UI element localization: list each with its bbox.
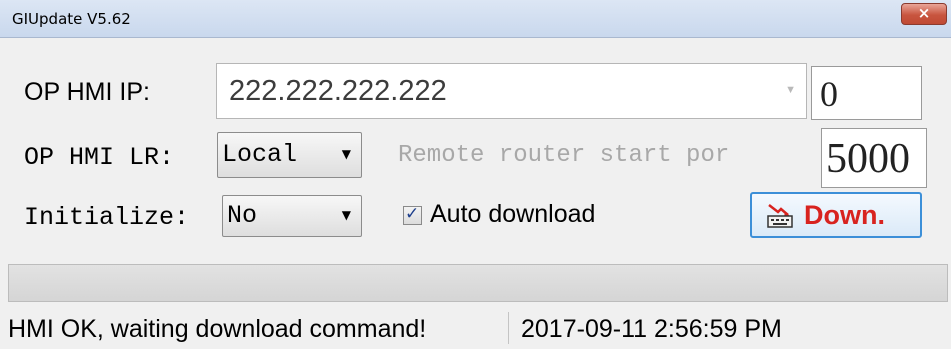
download-button[interactable]: Down. — [750, 192, 922, 238]
chevron-down-icon: ▼ — [341, 147, 351, 161]
close-button[interactable]: × — [901, 3, 947, 25]
download-icon — [767, 204, 793, 228]
download-progress-bar — [8, 264, 948, 302]
remote-router-start-port-label: Remote router start por — [398, 142, 730, 169]
op-hmi-ip-label: OP HMI IP: — [24, 78, 150, 106]
remote-port-input[interactable]: 5000 — [821, 128, 927, 188]
window-title: GIUpdate V5.62 — [12, 10, 131, 28]
hmi-id-input[interactable]: 0 — [811, 66, 922, 120]
chevron-down-icon[interactable]: ▼ — [785, 84, 796, 96]
hmi-id-value: 0 — [820, 74, 838, 114]
close-icon: × — [917, 4, 931, 22]
op-hmi-lr-select[interactable]: Local ▼ — [217, 132, 362, 178]
check-mark-icon: ✓ — [405, 204, 420, 224]
op-hmi-lr-value: Local — [222, 140, 298, 169]
op-hmi-ip-value: 222.222.222.222 — [229, 75, 447, 107]
op-hmi-lr-label: OP HMI LR: — [24, 143, 175, 172]
auto-download-checkbox[interactable]: ✓ — [403, 204, 422, 225]
initialize-value: No — [227, 201, 258, 230]
initialize-select[interactable]: No ▼ — [222, 195, 362, 237]
giupdate-window: GIUpdate V5.62 × OP HMI IP: 222.222.222.… — [0, 0, 951, 349]
title-bar[interactable]: GIUpdate V5.62 × — [0, 0, 951, 38]
auto-download-label[interactable]: Auto download — [430, 200, 595, 229]
status-datetime: 2017-09-11 2:56:59 PM — [521, 315, 782, 343]
chevron-down-icon: ▼ — [341, 208, 351, 222]
op-hmi-ip-combobox[interactable]: 222.222.222.222 ▼ — [216, 63, 807, 119]
initialize-label: Initialize: — [24, 203, 190, 232]
remote-port-value: 5000 — [826, 136, 910, 182]
download-button-label: Down. — [804, 200, 885, 230]
status-divider — [508, 312, 509, 344]
status-message: HMI OK, waiting download command! — [8, 315, 427, 343]
status-bar: HMI OK, waiting download command! 2017-0… — [0, 306, 951, 349]
